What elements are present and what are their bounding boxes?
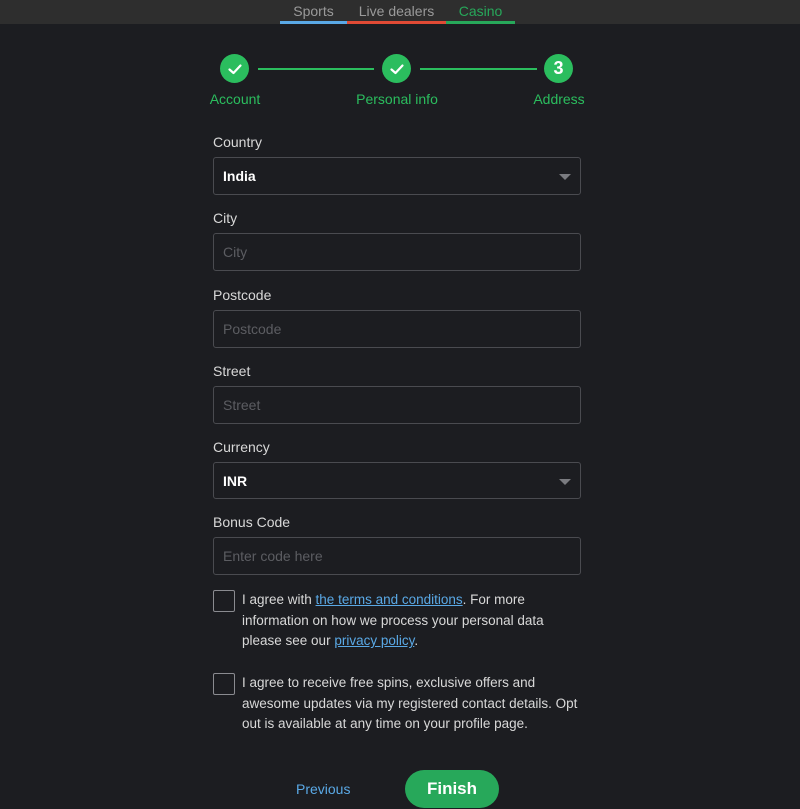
terms-text-after: . xyxy=(414,633,419,648)
top-nav-bar: Sports Live dealers Casino xyxy=(0,0,800,24)
currency-select[interactable]: INR xyxy=(213,462,581,499)
privacy-policy-link[interactable]: privacy policy xyxy=(334,633,414,648)
check-icon xyxy=(389,63,404,74)
country-select[interactable]: India xyxy=(213,157,581,195)
city-label: City xyxy=(213,210,238,226)
marketing-consent-row: I agree to receive free spins, exclusive… xyxy=(213,673,583,735)
tab-sports[interactable]: Sports xyxy=(280,0,347,24)
postcode-field-wrapper xyxy=(213,310,581,348)
check-icon xyxy=(227,63,242,74)
step-personal-info-circle xyxy=(382,54,411,83)
bonus-code-label: Bonus Code xyxy=(213,514,291,530)
street-label: Street xyxy=(213,363,251,379)
bonus-code-input[interactable] xyxy=(223,548,571,564)
currency-value: INR xyxy=(223,472,248,489)
country-value: India xyxy=(223,168,256,184)
terms-text-before: I agree with xyxy=(242,592,316,607)
tab-live-dealers-label: Live dealers xyxy=(358,3,435,19)
tab-sports-label: Sports xyxy=(293,3,334,19)
bonus-code-field-wrapper xyxy=(213,537,581,575)
finish-button[interactable]: Finish xyxy=(405,770,499,808)
city-field-wrapper xyxy=(213,233,581,271)
chevron-down-icon xyxy=(559,174,571,180)
tab-live-dealers-underline xyxy=(347,21,446,24)
step-connector xyxy=(258,68,374,70)
postcode-input[interactable] xyxy=(223,321,571,337)
step-account-label: Account xyxy=(209,91,261,107)
marketing-checkbox[interactable] xyxy=(213,673,235,695)
terms-consent-row: I agree with the terms and conditions. F… xyxy=(213,590,583,652)
tab-sports-underline xyxy=(280,21,347,24)
terms-checkbox[interactable] xyxy=(213,590,235,612)
tab-casino-label: Casino xyxy=(458,3,503,19)
street-input[interactable] xyxy=(223,397,571,413)
tab-casino-underline xyxy=(446,21,515,24)
currency-label: Currency xyxy=(213,439,270,455)
step-address-label: Address xyxy=(533,91,585,107)
tab-live-dealers[interactable]: Live dealers xyxy=(347,0,446,24)
city-input[interactable] xyxy=(223,244,571,260)
step-connector xyxy=(420,68,537,70)
product-tabs: Sports Live dealers Casino xyxy=(280,0,515,24)
country-label: Country xyxy=(213,134,263,150)
chevron-down-icon xyxy=(559,479,571,485)
tab-casino[interactable]: Casino xyxy=(446,0,515,24)
previous-button[interactable]: Previous xyxy=(296,781,350,797)
street-field-wrapper xyxy=(213,386,581,424)
registration-stepper: 3 Account Personal info Address xyxy=(205,54,595,109)
marketing-consent-text: I agree to receive free spins, exclusive… xyxy=(242,675,578,731)
step-number: 3 xyxy=(553,58,564,78)
address-form: Country India City Postcode Street Curre… xyxy=(213,134,581,575)
step-address-circle: 3 xyxy=(544,54,573,83)
step-personal-info-label: Personal info xyxy=(356,91,438,107)
terms-link[interactable]: the terms and conditions xyxy=(316,592,463,607)
terms-consent-text: I agree with the terms and conditions. F… xyxy=(242,590,583,652)
postcode-label: Postcode xyxy=(213,287,272,303)
step-account-circle xyxy=(220,54,249,83)
